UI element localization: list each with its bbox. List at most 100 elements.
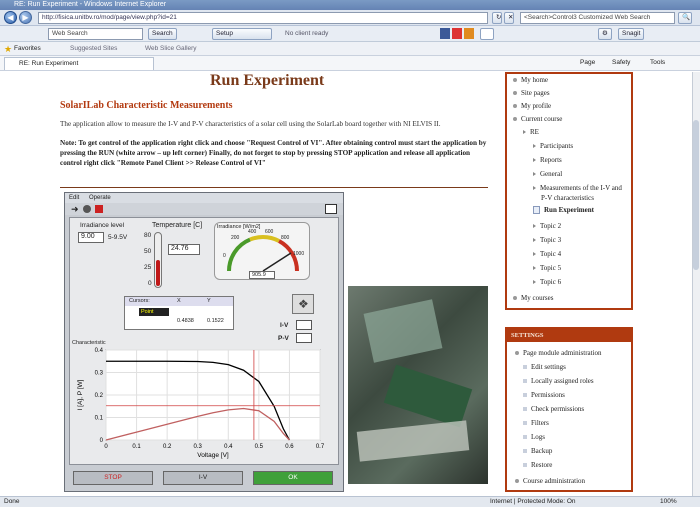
sidebar-item-topic-4[interactable]: Topic 4 [533, 250, 561, 258]
settings-item-restore[interactable]: Restore [523, 461, 552, 469]
setup-dropdown[interactable]: Setup [212, 28, 272, 40]
stop-icon[interactable]: ✕ [504, 12, 514, 24]
settings-item-label: Locally assigned roles [531, 377, 594, 385]
sidebar-item-profile[interactable]: My profile [513, 102, 551, 110]
refresh-icon[interactable]: ↻ [492, 12, 502, 24]
web-slice-gallery-link[interactable]: Web Slice Gallery [145, 45, 197, 52]
sidebar-item-re[interactable]: RE [523, 128, 539, 136]
board-shape [383, 364, 473, 428]
settings-header: SETTINGS [507, 329, 631, 342]
x-tick-label: 0.3 [194, 444, 203, 450]
client-status: No client ready [285, 30, 329, 37]
sidebar-item-my-courses[interactable]: My courses [513, 294, 553, 302]
search-icon[interactable]: 🔍 [678, 12, 692, 24]
window-title-bar: RE: Run Experiment - Windows Internet Ex… [0, 0, 700, 10]
facebook-icon[interactable] [440, 28, 450, 39]
bing-search-field[interactable]: <Search>Control3 Customized Web Search [520, 12, 675, 24]
zoom-level[interactable]: 100% [660, 497, 677, 507]
settings-icon [523, 365, 527, 370]
iv-toggle[interactable] [296, 320, 312, 330]
vi-menu-bar: Edit Operate [65, 193, 343, 203]
vi-front-panel: Irradiance level 9.00 5-9.5V Temperature… [69, 217, 339, 465]
document-icon[interactable] [480, 28, 494, 40]
sidebar-item-label: RE [530, 128, 539, 136]
sidebar-item-general[interactable]: General [533, 170, 562, 178]
settings-icon [523, 421, 527, 426]
sidebar-item-site-pages[interactable]: Site pages [513, 89, 550, 97]
solarlab-board-photo [348, 286, 488, 484]
sidebar-item-current-course[interactable]: Current course [513, 115, 562, 123]
bullet-icon [513, 296, 517, 301]
back-icon[interactable]: ◀ [4, 11, 17, 24]
run-arrow-icon[interactable]: ➜ [71, 204, 79, 215]
x-tick-label: 0.2 [163, 444, 172, 450]
settings-icon [523, 435, 527, 440]
temperature-display: 24.76 [168, 244, 200, 255]
irradiance-gauge: Irradiance [W/m2] 0 200 400 600 800 1000… [214, 222, 310, 280]
sidebar-item-home[interactable]: My home [513, 76, 548, 84]
sidebar-item-measurements[interactable]: Measurements of the I-V and [533, 184, 622, 192]
settings-item-logs[interactable]: Logs [523, 433, 545, 441]
settings-header-label: SETTINGS [511, 332, 544, 339]
settings-item-edit-settings[interactable]: Edit settings [523, 363, 566, 371]
settings-item-course-admin[interactable]: Course administration [515, 477, 585, 485]
sidebar-item-label: Topic 2 [540, 222, 562, 230]
page-icon [533, 206, 540, 215]
search-button[interactable]: Search [148, 28, 177, 40]
sidebar-item-topic-6[interactable]: Topic 6 [533, 278, 561, 286]
address-field[interactable]: http://fisica.unitbv.ro/mod/page/view.ph… [38, 12, 488, 24]
sidebar-item-topic-3[interactable]: Topic 3 [533, 236, 561, 244]
settings-item-label: Edit settings [531, 363, 566, 371]
tools-menu[interactable]: Tools [650, 59, 665, 66]
snagit-button[interactable]: Snagit [618, 28, 645, 40]
sidebar-item-label: P-V characteristics [541, 194, 594, 202]
settings-item-locally-assigned-roles[interactable]: Locally assigned roles [523, 377, 594, 385]
sidebar-item-topic-5[interactable]: Topic 5 [533, 264, 561, 272]
cursor-name[interactable]: Point [139, 308, 169, 316]
temperature-label: Temperature [C] [152, 222, 203, 229]
settings-item-filters[interactable]: Filters [523, 419, 549, 427]
settings-item-permissions[interactable]: Permissions [523, 391, 565, 399]
stop-button[interactable]: STOP [73, 471, 153, 485]
wrench-icon[interactable]: ⚙ [598, 28, 612, 40]
snagit-label: Snagit [622, 30, 641, 37]
web-search-input[interactable]: Web Search [48, 28, 143, 40]
vi-menu-edit[interactable]: Edit [69, 195, 79, 201]
sidebar-item-label: Run Experiment [544, 206, 594, 214]
run-continuous-icon[interactable] [83, 205, 91, 213]
forward-icon[interactable]: ▶ [19, 11, 32, 24]
feed-icon[interactable] [464, 28, 474, 39]
mail-icon[interactable] [452, 28, 462, 39]
safety-menu[interactable]: Safety [612, 59, 630, 66]
vi-menu-operate[interactable]: Operate [89, 195, 111, 201]
divider [60, 187, 488, 188]
tab-run-experiment[interactable]: RE: Run Experiment [4, 57, 154, 70]
abort-icon[interactable] [95, 205, 103, 213]
pv-toggle[interactable] [296, 333, 312, 343]
gauge-tick: 800 [281, 235, 290, 241]
irradiance-input[interactable]: 9.00 [78, 232, 104, 243]
sidebar-item-topic-2[interactable]: Topic 2 [533, 222, 561, 230]
iv-pv-chart[interactable]: 0 0.1 0.2 0.3 0.4 0.5 0.6 0.7 0 0.1 0.2 0.3 0.4 Volta… [72, 346, 334, 464]
favorites-label[interactable]: Favorites [14, 45, 41, 52]
sidebar-item-label: My profile [521, 102, 552, 110]
sidebar-item-participants[interactable]: Participants [533, 142, 573, 150]
suggested-sites-link[interactable]: Suggested Sites [70, 45, 117, 52]
sidebar-item-run-experiment[interactable]: Run Experiment [533, 206, 594, 215]
labview-vi-panel[interactable]: Edit Operate ➜ Irradiance level 9.00 5-9… [64, 192, 344, 492]
settings-icon [523, 379, 527, 384]
cursor-table[interactable]: Cursors: X Y Point 0.4838 0.1522 [124, 296, 234, 330]
description-text: The application allow to measure the I-V… [60, 120, 441, 128]
gauge-tick: 600 [265, 229, 274, 235]
settings-item-backup[interactable]: Backup [523, 447, 552, 455]
iv-button[interactable]: I-V [163, 471, 243, 485]
settings-item-page-module-admin[interactable]: Page module administration [515, 349, 602, 357]
scrollbar-thumb[interactable] [693, 120, 699, 270]
favorites-star-icon: ★ [4, 44, 13, 54]
settings-item-check-permissions[interactable]: Check permissions [523, 405, 584, 413]
cursor-mover[interactable]: ❖ [292, 294, 314, 314]
cursor-col-name: Cursors: [129, 298, 150, 304]
page-menu[interactable]: Page [580, 59, 595, 66]
sidebar-item-reports[interactable]: Reports [533, 156, 562, 164]
ok-button[interactable]: OK [253, 471, 333, 485]
